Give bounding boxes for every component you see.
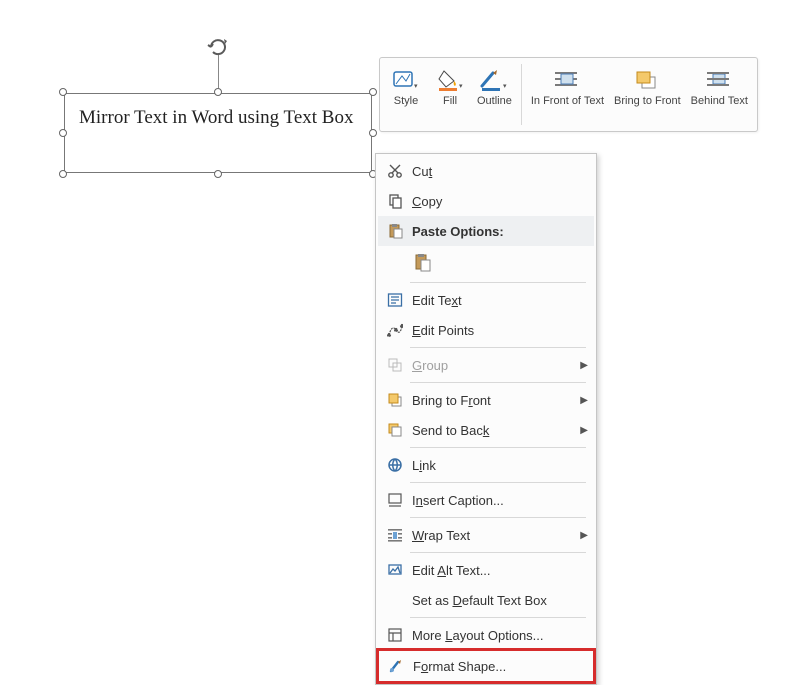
- fill-button[interactable]: ▾ Fill: [428, 62, 472, 129]
- edit-points-icon: [382, 322, 408, 338]
- textbox-content: Mirror Text in Word using Text Box: [79, 107, 353, 128]
- edit-text-icon: [382, 292, 408, 308]
- in-front-icon: [553, 65, 581, 95]
- menu-edit-text[interactable]: Edit Text: [378, 285, 594, 315]
- menu-paste-options-header: Paste Options:: [378, 216, 594, 246]
- menu-paste-options-label: Paste Options:: [408, 224, 588, 239]
- menu-separator: [410, 447, 586, 448]
- menu-separator: [410, 482, 586, 483]
- menu-separator: [410, 617, 586, 618]
- menu-more-layout[interactable]: More Layout Options...: [378, 620, 594, 650]
- outline-label: Outline: [477, 95, 512, 108]
- textbox-selection[interactable]: Mirror Text in Word using Text Box: [64, 93, 372, 173]
- menu-send-to-back[interactable]: Send to Back ▶: [378, 415, 594, 445]
- menu-group-label: Group: [408, 358, 576, 373]
- style-icon: ▾: [392, 65, 420, 95]
- alt-text-icon: [382, 562, 408, 578]
- menu-bring-to-front-label: Bring to Front: [408, 393, 576, 408]
- menu-link[interactable]: Link: [378, 450, 594, 480]
- submenu-arrow-icon: ▶: [576, 360, 588, 371]
- bring-to-front-button[interactable]: Bring to Front: [609, 62, 686, 129]
- menu-edit-alt-text[interactable]: Edit Alt Text...: [378, 555, 594, 585]
- svg-text:▾: ▾: [459, 83, 463, 90]
- context-menu: Cut Copy Paste Options: Edit Text Edit P…: [375, 153, 597, 685]
- outline-button[interactable]: ▾ Outline: [472, 62, 517, 129]
- scissors-icon: [382, 163, 408, 179]
- menu-wrap-text-label: Wrap Text: [408, 528, 576, 543]
- resize-handle-bm[interactable]: [214, 170, 222, 178]
- bring-to-front-icon: [382, 392, 408, 408]
- layout-icon: [382, 627, 408, 643]
- mini-toolbar: ▾ Style ▾ Fill ▾ Outline In Front of Tex…: [379, 57, 758, 132]
- in-front-label: In Front of Text: [531, 95, 604, 108]
- wrap-text-icon: [382, 527, 408, 543]
- menu-format-shape[interactable]: Format Shape...: [376, 648, 596, 684]
- behind-label: Behind Text: [691, 95, 748, 108]
- style-button[interactable]: ▾ Style: [384, 62, 428, 129]
- outline-icon: ▾: [479, 65, 509, 95]
- menu-edit-points-label: Edit Points: [408, 323, 588, 338]
- group-icon: [382, 357, 408, 373]
- menu-copy[interactable]: Copy: [378, 186, 594, 216]
- resize-handle-ml[interactable]: [59, 129, 67, 137]
- menu-separator: [410, 382, 586, 383]
- format-shape-icon: [383, 658, 409, 674]
- rotation-handle-icon[interactable]: [206, 35, 230, 59]
- menu-copy-label: Copy: [408, 194, 588, 209]
- send-to-back-icon: [382, 422, 408, 438]
- submenu-arrow-icon: ▶: [576, 395, 588, 406]
- resize-handle-tr[interactable]: [369, 88, 377, 96]
- menu-separator: [410, 347, 586, 348]
- textbox[interactable]: Mirror Text in Word using Text Box: [64, 93, 372, 173]
- menu-separator: [410, 517, 586, 518]
- menu-separator: [410, 282, 586, 283]
- in-front-of-text-button[interactable]: In Front of Text: [526, 62, 609, 129]
- resize-handle-bl[interactable]: [59, 170, 67, 178]
- svg-text:▾: ▾: [414, 83, 418, 90]
- bring-front-label: Bring to Front: [614, 95, 681, 108]
- menu-wrap-text[interactable]: Wrap Text ▶: [378, 520, 594, 550]
- fill-icon: ▾: [436, 65, 464, 95]
- caption-icon: [382, 492, 408, 508]
- menu-insert-caption-label: Insert Caption...: [408, 493, 588, 508]
- menu-format-shape-label: Format Shape...: [409, 659, 587, 674]
- menu-separator: [410, 552, 586, 553]
- menu-set-default[interactable]: Set as Default Text Box: [378, 585, 594, 615]
- menu-insert-caption[interactable]: Insert Caption...: [378, 485, 594, 515]
- menu-cut-label: Cut: [408, 164, 588, 179]
- clipboard-icon: [382, 223, 408, 239]
- menu-edit-alt-text-label: Edit Alt Text...: [408, 563, 588, 578]
- copy-icon: [382, 193, 408, 209]
- paste-options-row: [378, 246, 594, 280]
- submenu-arrow-icon: ▶: [576, 425, 588, 436]
- style-label: Style: [394, 95, 418, 108]
- svg-text:▾: ▾: [503, 83, 507, 90]
- menu-send-to-back-label: Send to Back: [408, 423, 576, 438]
- resize-handle-tm[interactable]: [214, 88, 222, 96]
- behind-icon: [705, 65, 733, 95]
- menu-bring-to-front[interactable]: Bring to Front ▶: [378, 385, 594, 415]
- rotation-connector: [218, 55, 219, 88]
- menu-edit-points[interactable]: Edit Points: [378, 315, 594, 345]
- menu-group: Group ▶: [378, 350, 594, 380]
- behind-text-button[interactable]: Behind Text: [686, 62, 753, 129]
- resize-handle-mr[interactable]: [369, 129, 377, 137]
- menu-link-label: Link: [408, 458, 588, 473]
- submenu-arrow-icon: ▶: [576, 530, 588, 541]
- fill-label: Fill: [443, 95, 457, 108]
- menu-more-layout-label: More Layout Options...: [408, 628, 588, 643]
- link-icon: [382, 457, 408, 473]
- paste-keep-source-button[interactable]: [410, 249, 436, 277]
- menu-set-default-label: Set as Default Text Box: [408, 593, 588, 608]
- menu-cut[interactable]: Cut: [378, 156, 594, 186]
- menu-edit-text-label: Edit Text: [408, 293, 588, 308]
- resize-handle-tl[interactable]: [59, 88, 67, 96]
- bring-front-icon: [634, 65, 660, 95]
